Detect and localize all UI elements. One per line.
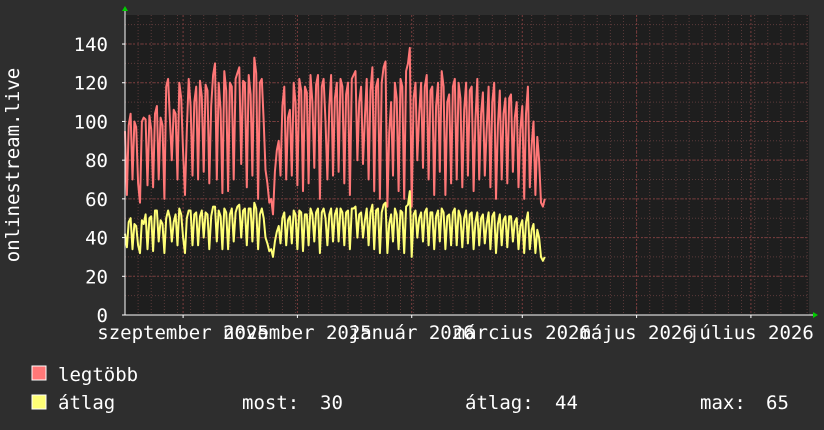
stat-most-label: most: xyxy=(242,392,299,414)
stat-atlag-label: átlag: xyxy=(465,392,534,414)
y-tick-label: 40 xyxy=(85,228,108,250)
legend-label-max: legtöbb xyxy=(58,364,138,386)
y-axis-label: onlinestream.live xyxy=(2,68,24,262)
y-tick-label: 80 xyxy=(85,150,108,172)
stats: most: 30 átlag: 44 max: 65 xyxy=(242,392,789,414)
x-tick-label: március 2026 xyxy=(454,322,591,344)
x-tick-label: május 2026 xyxy=(579,322,693,344)
y-axis-arrow xyxy=(122,6,128,11)
legend-swatch-max xyxy=(31,365,47,381)
y-tick-label: 20 xyxy=(85,266,108,288)
stat-atlag-value: 44 xyxy=(555,392,578,414)
chart: 020406080100120140 szeptember 2025novemb… xyxy=(2,6,818,414)
legend: legtöbb átlag xyxy=(31,364,138,414)
x-tick-label: július 2026 xyxy=(688,322,814,344)
y-tick-label: 120 xyxy=(74,73,108,95)
stat-max-value: 65 xyxy=(766,392,789,414)
y-tick-label: 60 xyxy=(85,189,108,211)
y-tick-label: 140 xyxy=(74,34,108,56)
y-tick-labels: 020406080100120140 xyxy=(74,34,108,327)
stat-max-label: max: xyxy=(700,392,746,414)
legend-label-avg: átlag xyxy=(58,392,115,414)
y-tick-label: 100 xyxy=(74,111,108,133)
x-tick-labels: szeptember 2025november 2025január 2026m… xyxy=(97,322,814,344)
stat-most-value: 30 xyxy=(320,392,343,414)
legend-swatch-avg xyxy=(31,394,47,410)
x-axis-arrow xyxy=(813,312,818,318)
